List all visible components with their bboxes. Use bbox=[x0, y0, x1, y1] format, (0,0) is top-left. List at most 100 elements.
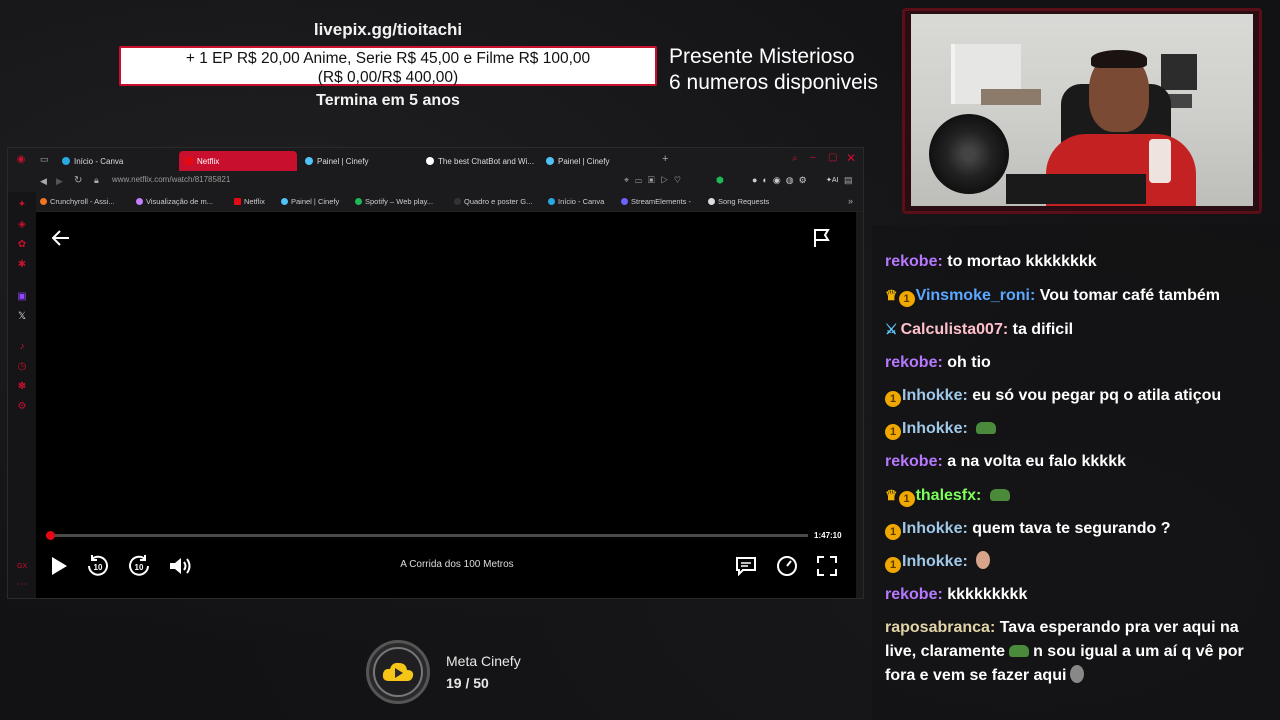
chat-username[interactable]: Vinsmoke_roni: bbox=[916, 287, 1036, 304]
minimize-icon[interactable]: – bbox=[810, 152, 816, 163]
canva-icon bbox=[62, 157, 70, 165]
chat-username[interactable]: Inhokke: bbox=[902, 553, 968, 570]
bookmark-crunchyroll[interactable]: Crunchyroll - Assi... bbox=[40, 197, 115, 206]
chat-username[interactable]: Inhokke: bbox=[902, 420, 968, 437]
player-icon[interactable]: ♪ bbox=[17, 342, 27, 352]
chat-username[interactable]: thalesfx: bbox=[916, 487, 982, 504]
sub-badge-icon: 1 bbox=[898, 491, 915, 507]
chat-username[interactable]: Calculista007: bbox=[901, 321, 1009, 338]
cinefy-icon bbox=[281, 198, 288, 205]
chat-message: rekobe: a na volta eu falo kkkkk bbox=[885, 450, 1265, 474]
bookmark-song-requests[interactable]: Song Requests bbox=[708, 197, 769, 206]
chat-text: eu só vou pegar pq o atila atiçou bbox=[972, 387, 1222, 404]
sword-badge-icon: ⚔ bbox=[885, 321, 898, 337]
bookmark-streamelements[interactable]: StreamElements - bbox=[621, 197, 691, 206]
tab-netflix[interactable]: Netflix bbox=[179, 151, 297, 171]
subtitles-icon[interactable] bbox=[735, 556, 757, 576]
cinefy-icon bbox=[546, 157, 554, 165]
tab-cinefy-2[interactable]: Painel | Cinefy bbox=[540, 151, 658, 171]
chat-text: to mortao kkkkkkkk bbox=[947, 253, 1097, 270]
streamelements-icon bbox=[621, 198, 628, 205]
netflix-icon bbox=[234, 198, 241, 205]
bookmark-netflix[interactable]: Netflix bbox=[234, 197, 265, 206]
search-icon[interactable]: ⌕ bbox=[792, 153, 798, 164]
bookmark-label: Quadro e poster G... bbox=[464, 197, 533, 206]
crunchyroll-icon bbox=[40, 198, 47, 205]
ai-icon[interactable]: ✦AI bbox=[826, 176, 838, 184]
gx-corner-icon[interactable]: ✦ bbox=[17, 200, 27, 210]
progress-scrubber[interactable] bbox=[45, 531, 55, 540]
extensions-tray-icons[interactable]: ●◐◉◍⚙ bbox=[752, 175, 812, 186]
bookmark-favicon-icon bbox=[136, 198, 143, 205]
webcam-feed bbox=[911, 14, 1253, 206]
history-icon[interactable]: ◷ bbox=[17, 362, 27, 372]
livepix-goal-line1: + 1 EP R$ 20,00 Anime, Serie R$ 45,00 e … bbox=[185, 50, 591, 67]
livepix-url: livepix.gg/tioitachi bbox=[313, 20, 463, 39]
more-icon[interactable]: ⋯ bbox=[17, 580, 27, 590]
gx-control-icon[interactable]: ◈ bbox=[17, 220, 27, 230]
fullscreen-icon[interactable] bbox=[816, 555, 838, 577]
tab-switcher-icon[interactable]: ▭ bbox=[40, 154, 49, 165]
progress-bar[interactable] bbox=[45, 531, 808, 540]
goal-badge bbox=[366, 640, 430, 704]
back-icon[interactable]: ◀ bbox=[40, 176, 47, 187]
bookmark-quadro[interactable]: Quadro e poster G... bbox=[454, 197, 532, 206]
new-tab-icon[interactable]: + bbox=[662, 153, 668, 165]
chat-username[interactable]: rekobe: bbox=[885, 586, 943, 603]
chat-username[interactable]: rekobe: bbox=[885, 354, 943, 371]
tab-canva[interactable]: Início - Canva bbox=[56, 151, 176, 171]
bookmark-favicon-icon bbox=[454, 198, 461, 205]
gx-badge-icon[interactable]: GX bbox=[17, 562, 27, 572]
chat-username[interactable]: rekobe: bbox=[885, 453, 943, 470]
chat-username[interactable]: rekobe: bbox=[885, 253, 943, 270]
chat-text: oh tio bbox=[947, 354, 991, 371]
livepix-ends-text: Termina em 5 anos bbox=[316, 92, 460, 109]
opera-gx-logo-icon[interactable]: ◉ bbox=[16, 155, 26, 165]
address-bar: ◀ ▶ ↻ 🔒︎ www.netflix.com/watch/81785821 … bbox=[8, 172, 863, 192]
chat-text: ta dificil bbox=[1012, 321, 1074, 338]
bookmark-spotify[interactable]: Spotify – Web play... bbox=[355, 197, 433, 206]
sidebar-toggle-icon[interactable]: ▤ bbox=[844, 175, 853, 186]
reload-icon[interactable]: ↻ bbox=[74, 175, 82, 186]
gx-hot-tabs-icon[interactable]: ✱ bbox=[17, 260, 27, 270]
report-flag-icon[interactable] bbox=[812, 228, 832, 248]
face-emote-icon bbox=[976, 551, 991, 569]
chat-username[interactable]: Inhokke: bbox=[902, 387, 968, 404]
tab-cinefy[interactable]: Painel | Cinefy bbox=[299, 151, 417, 171]
bookmark-label: Painel | Cinefy bbox=[291, 197, 340, 206]
url-input[interactable]: www.netflix.com/watch/81785821 bbox=[112, 175, 230, 184]
more-bookmarks-icon[interactable]: » bbox=[848, 196, 853, 206]
chat-username[interactable]: Inhokke: bbox=[902, 520, 968, 537]
crown-badge-icon: ♛ bbox=[885, 487, 898, 503]
mystery-gift-count: 6 numeros disponiveis bbox=[669, 71, 878, 94]
x-icon[interactable]: 𝕏 bbox=[17, 312, 27, 322]
lock-icon: 🔒︎ bbox=[94, 175, 99, 185]
bookmark-visualizacao[interactable]: Visualização de m... bbox=[136, 197, 213, 206]
sub-badge-icon: 1 bbox=[885, 424, 901, 440]
settings-icon[interactable]: ⚙ bbox=[17, 402, 27, 412]
bookmark-canva[interactable]: Início - Canva bbox=[548, 197, 604, 206]
chatbot-icon bbox=[426, 157, 434, 165]
maximize-icon[interactable]: ▢ bbox=[828, 152, 837, 163]
netflix-player[interactable]: 1:47:10 10 10 A Corrida dos 100 Metros bbox=[36, 212, 856, 598]
extensions-icon[interactable]: ✽ bbox=[17, 382, 27, 392]
mystery-gift: Presente Misterioso 6 numeros disponivei… bbox=[669, 44, 878, 96]
tab-chatbot[interactable]: The best ChatBot and Wi... bbox=[420, 151, 538, 171]
chat-message: rekobe: to mortao kkkkkkkk bbox=[885, 250, 1265, 274]
chat-username[interactable]: raposabranca: bbox=[885, 619, 995, 636]
back-arrow-icon[interactable] bbox=[52, 230, 70, 246]
forward-icon[interactable]: ▶ bbox=[56, 176, 63, 187]
close-icon[interactable]: ✕ bbox=[846, 151, 856, 165]
extension-icon[interactable]: ⬢ bbox=[716, 175, 724, 186]
bookmark-cinefy[interactable]: Painel | Cinefy bbox=[281, 197, 339, 206]
scrollbar[interactable] bbox=[856, 212, 863, 598]
cinefy-cloud-play-icon bbox=[382, 662, 414, 681]
gx-cleaner-icon[interactable]: ✿ bbox=[17, 240, 27, 250]
chat-message: rekobe: oh tio bbox=[885, 351, 1265, 375]
chat-message: 1 Inhokke: bbox=[885, 550, 1265, 574]
bookmark-label: Início - Canva bbox=[558, 197, 605, 206]
bookmark-favicon-icon bbox=[708, 198, 715, 205]
playback-speed-icon[interactable] bbox=[776, 555, 798, 577]
twitch-icon[interactable]: ▣ bbox=[17, 292, 27, 302]
toolbar-extension-icons[interactable]: ⌖▭▣▷♡ bbox=[624, 175, 687, 186]
